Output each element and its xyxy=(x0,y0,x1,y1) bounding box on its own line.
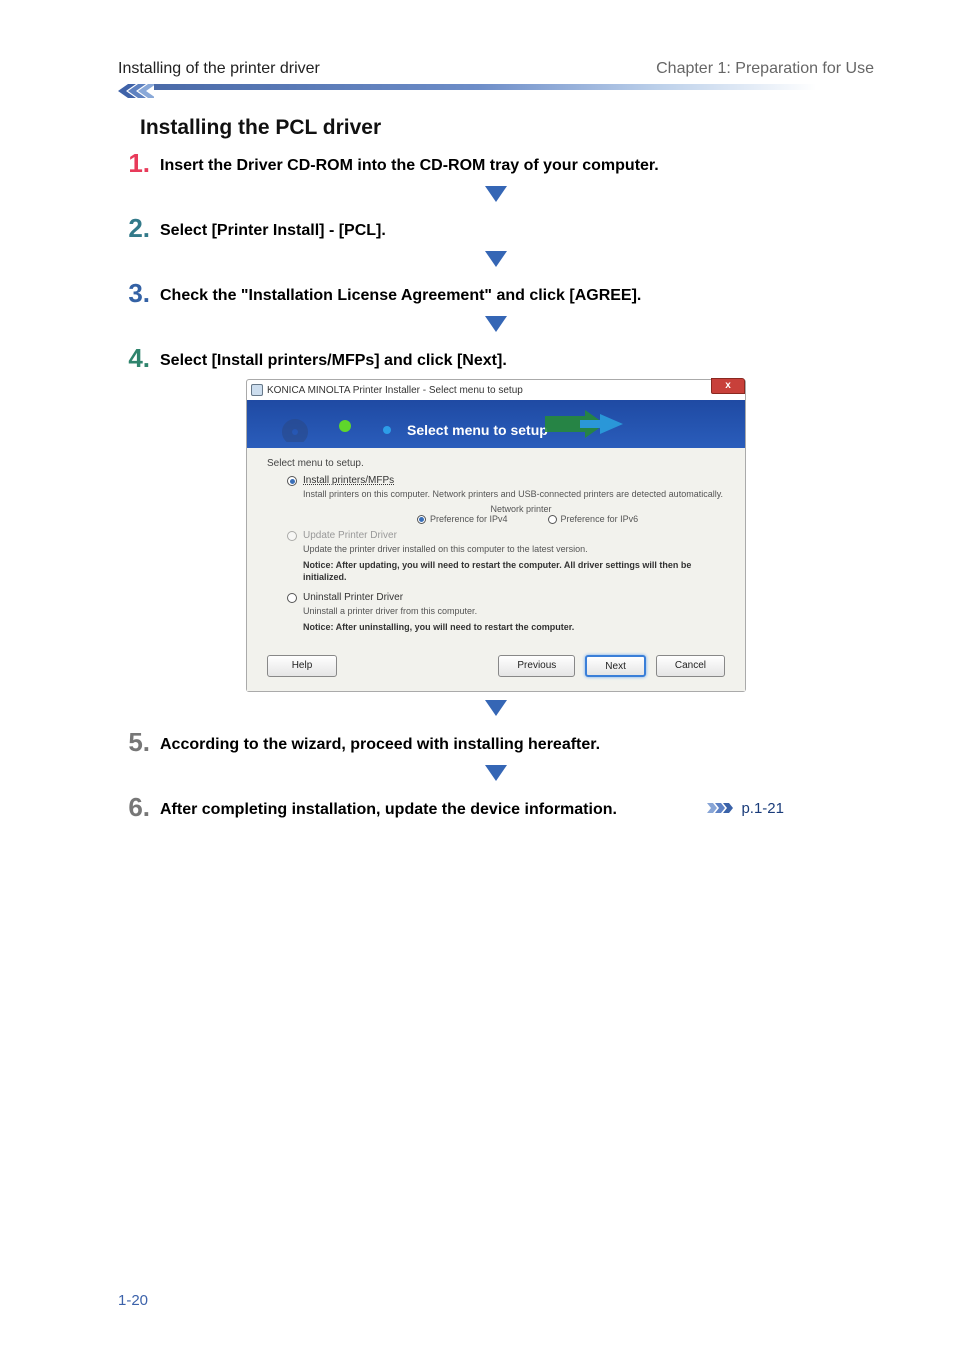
radio-uninstall-driver[interactable]: Uninstall Printer Driver xyxy=(287,592,725,603)
cancel-button[interactable]: Cancel xyxy=(656,655,725,677)
arrow-separator xyxy=(118,251,874,272)
dialog-title: KONICA MINOLTA Printer Installer - Selec… xyxy=(267,385,523,396)
step-text-1: Insert the Driver CD-ROM into the CD-ROM… xyxy=(160,152,874,177)
radio-icon xyxy=(548,515,557,524)
install-desc: Install printers on this computer. Netwo… xyxy=(303,488,725,500)
page-number: 1-20 xyxy=(118,1292,148,1309)
radio-icon xyxy=(417,515,426,524)
step-number-1: 1. xyxy=(118,150,160,176)
banner-title: Select menu to setup xyxy=(407,422,548,438)
help-button[interactable]: Help xyxy=(267,655,337,677)
step-text-3: Check the "Installation License Agreemen… xyxy=(160,282,874,307)
step-number-6: 6. xyxy=(118,794,160,820)
dialog-banner: Select menu to setup xyxy=(247,400,745,448)
close-button[interactable]: x xyxy=(711,378,745,394)
arrow-separator xyxy=(118,186,874,207)
previous-button[interactable]: Previous xyxy=(498,655,575,677)
step-text-6: After completing installation, update th… xyxy=(160,796,720,821)
dialog-button-row: Help Previous Next Cancel xyxy=(247,647,745,691)
radio-update-driver[interactable]: Update Printer Driver xyxy=(287,530,725,541)
radio-uninstall-label: Uninstall Printer Driver xyxy=(303,592,403,603)
section-title: Installing the PCL driver xyxy=(140,116,874,140)
header-right: Chapter 1: Preparation for Use xyxy=(656,60,874,78)
uninstall-notice: Notice: After uninstalling, you will nee… xyxy=(303,621,725,633)
uninstall-desc: Uninstall a printer driver from this com… xyxy=(303,605,725,617)
step-4: 4. Select [Install printers/MFPs] and cl… xyxy=(118,347,874,373)
app-icon xyxy=(251,384,263,396)
step-1: 1. Insert the Driver CD-ROM into the CD-… xyxy=(118,152,874,178)
radio-icon xyxy=(287,531,297,541)
step-5: 5. According to the wizard, proceed with… xyxy=(118,731,874,757)
page-reference-text: p.1-21 xyxy=(741,800,784,817)
step-number-2: 2. xyxy=(118,215,160,241)
radio-icon xyxy=(287,476,297,486)
dialog-titlebar: KONICA MINOLTA Printer Installer - Selec… xyxy=(247,380,745,400)
radio-update-label: Update Printer Driver xyxy=(303,530,397,541)
update-desc: Update the printer driver installed on t… xyxy=(303,543,725,555)
chevrons-left-icon xyxy=(118,84,154,98)
step-3: 3. Check the "Installation License Agree… xyxy=(118,282,874,308)
step-number-5: 5. xyxy=(118,729,160,755)
step-text-2: Select [Printer Install] - [PCL]. xyxy=(160,217,874,242)
banner-arrow-icon xyxy=(545,406,635,442)
network-printer-label: Network printer xyxy=(317,504,725,514)
header-divider xyxy=(118,84,874,98)
radio-ipv6[interactable]: Preference for IPv6 xyxy=(548,514,639,524)
step-number-4: 4. xyxy=(118,345,160,371)
step-text-4: Select [Install printers/MFPs] and click… xyxy=(160,347,874,372)
radio-install-printers[interactable]: Install printers/MFPs xyxy=(287,475,725,486)
arrow-separator xyxy=(118,700,874,721)
banner-decor-icon xyxy=(277,406,427,442)
radio-ipv4[interactable]: Preference for IPv4 xyxy=(417,514,508,524)
link-arrow-icon xyxy=(707,801,735,815)
arrow-separator xyxy=(118,765,874,786)
header-left: Installing of the printer driver xyxy=(118,60,320,78)
installer-dialog: KONICA MINOLTA Printer Installer - Selec… xyxy=(246,379,746,692)
dialog-body: Select menu to setup. Install printers/M… xyxy=(247,448,745,647)
step-2: 2. Select [Printer Install] - [PCL]. xyxy=(118,217,874,243)
radio-install-label: Install printers/MFPs xyxy=(303,475,394,486)
next-button[interactable]: Next xyxy=(585,655,646,677)
select-menu-label: Select menu to setup. xyxy=(267,458,725,469)
step-text-5: According to the wizard, proceed with in… xyxy=(160,731,874,756)
page-reference-link[interactable]: p.1-21 xyxy=(707,800,784,817)
update-notice: Notice: After updating, you will need to… xyxy=(303,559,725,583)
arrow-separator xyxy=(118,316,874,337)
radio-icon xyxy=(287,593,297,603)
step-number-3: 3. xyxy=(118,280,160,306)
